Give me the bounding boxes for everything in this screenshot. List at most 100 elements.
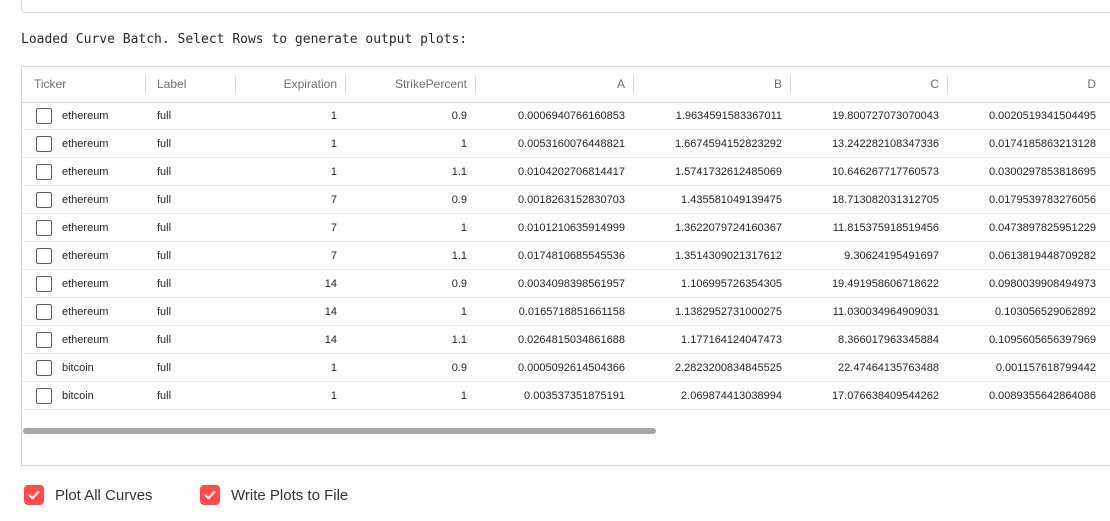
row-select-checkbox[interactable] [36, 332, 52, 348]
cell-a[interactable]: 0.0005092614504366 [475, 354, 633, 382]
cell-d[interactable]: 0.0020519341504495 [947, 102, 1104, 130]
cell-c[interactable]: 10.646267717760573 [790, 158, 947, 186]
cell-ticker[interactable]: ethereum [62, 130, 145, 158]
cell-b[interactable]: 1.5741732612485069 [633, 158, 790, 186]
cell-ticker[interactable]: ethereum [62, 242, 145, 270]
cell-a[interactable]: 0.0053160076448821 [475, 130, 633, 158]
table-row[interactable]: ethereum full 7 1 0.0101210635914999 1.362207… [22, 214, 1110, 242]
cell-expiration[interactable]: 7 [235, 242, 345, 270]
cell-c[interactable]: 19.491958606718622 [790, 270, 947, 298]
cell-a[interactable]: 0.0165718851661158 [475, 298, 633, 326]
column-resize-handle[interactable] [947, 76, 948, 93]
cell-a[interactable]: 0.0018263152830703 [475, 186, 633, 214]
cell-b[interactable]: 1.177164124047473 [633, 326, 790, 354]
table-row[interactable]: ethereum full 14 1.1 0.0264815034861688 1.177… [22, 326, 1110, 354]
cell-expiration[interactable]: 1 [235, 130, 345, 158]
table-row[interactable]: ethereum full 1 1 0.0053160076448821 1.667459… [22, 130, 1110, 158]
cell-expiration[interactable]: 1 [235, 102, 345, 130]
table-row[interactable]: bitcoin full 1 1 0.003537351875191 2.06987441… [22, 382, 1110, 410]
row-select-checkbox[interactable] [36, 388, 52, 404]
row-select-checkbox[interactable] [36, 276, 52, 292]
row-select-checkbox[interactable] [36, 360, 52, 376]
cell-c[interactable]: 17.076638409544262 [790, 382, 947, 410]
cell-a[interactable]: 0.0174810685545536 [475, 242, 633, 270]
cell-c[interactable]: 11.815375918519456 [790, 214, 947, 242]
cell-label[interactable]: full [145, 326, 235, 354]
cell-strikepercent[interactable]: 1.1 [345, 242, 475, 270]
column-header-ticker[interactable]: Ticker [22, 67, 145, 102]
cell-ticker[interactable]: ethereum [62, 214, 145, 242]
cell-d[interactable]: 0.0613819448709282 [947, 242, 1104, 270]
cell-strikepercent[interactable]: 0.9 [345, 354, 475, 382]
row-select-checkbox[interactable] [36, 136, 52, 152]
cell-expiration[interactable]: 1 [235, 354, 345, 382]
cell-c[interactable]: 18.713082031312705 [790, 186, 947, 214]
cell-a[interactable]: 0.0006940766160853 [475, 102, 633, 130]
cell-label[interactable]: full [145, 270, 235, 298]
cell-a[interactable]: 0.003537351875191 [475, 382, 633, 410]
row-select-checkbox[interactable] [36, 248, 52, 264]
cell-d[interactable]: 0.0089355642864086 [947, 382, 1104, 410]
column-header-d[interactable]: D [947, 67, 1104, 102]
row-select-checkbox[interactable] [36, 164, 52, 180]
cell-strikepercent[interactable]: 1.1 [345, 326, 475, 354]
horizontal-scrollbar[interactable] [22, 427, 1110, 435]
cell-c[interactable]: 8.366017963345884 [790, 326, 947, 354]
row-select-checkbox[interactable] [36, 304, 52, 320]
cell-b[interactable]: 1.435581049139475 [633, 186, 790, 214]
cell-strikepercent[interactable]: 1 [345, 298, 475, 326]
cell-expiration[interactable]: 1 [235, 158, 345, 186]
column-resize-handle[interactable] [145, 76, 146, 93]
column-resize-handle[interactable] [790, 76, 791, 93]
plot-all-curves-checkbox[interactable]: Plot All Curves [24, 484, 153, 506]
cell-d[interactable]: 0.1095605656397969 [947, 326, 1104, 354]
cell-d[interactable]: 0.103056529062892 [947, 298, 1104, 326]
cell-label[interactable]: full [145, 158, 235, 186]
cell-label[interactable]: full [145, 130, 235, 158]
cell-b[interactable]: 2.069874413038994 [633, 382, 790, 410]
table-row[interactable]: ethereum full 7 0.9 0.0018263152830703 1.4355… [22, 186, 1110, 214]
cell-ticker[interactable]: ethereum [62, 326, 145, 354]
cell-b[interactable]: 1.9634591583367011 [633, 102, 790, 130]
cell-expiration[interactable]: 7 [235, 186, 345, 214]
column-resize-handle[interactable] [633, 76, 634, 93]
cell-expiration[interactable]: 14 [235, 326, 345, 354]
cell-ticker[interactable]: ethereum [62, 158, 145, 186]
cell-a[interactable]: 0.0101210635914999 [475, 214, 633, 242]
column-header-b[interactable]: B [633, 67, 790, 102]
column-header-expiration[interactable]: Expiration [235, 67, 345, 102]
row-select-checkbox[interactable] [36, 192, 52, 208]
column-header-c[interactable]: C [790, 67, 947, 102]
table-row[interactable]: ethereum full 1 0.9 0.0006940766160853 1.9634… [22, 102, 1110, 130]
cell-c[interactable]: 19.800727073070043 [790, 102, 947, 130]
cell-d[interactable]: 0.0179539783276056 [947, 186, 1104, 214]
cell-strikepercent[interactable]: 1 [345, 130, 475, 158]
cell-a[interactable]: 0.0264815034861688 [475, 326, 633, 354]
table-row[interactable]: ethereum full 1 1.1 0.0104202706814417 1.5741… [22, 158, 1110, 186]
cell-c[interactable]: 22.47464135763488 [790, 354, 947, 382]
cell-label[interactable]: full [145, 242, 235, 270]
cell-b[interactable]: 1.1382952731000275 [633, 298, 790, 326]
table-row[interactable]: ethereum full 14 0.9 0.0034098398561957 1.106… [22, 270, 1110, 298]
cell-b[interactable]: 2.2823200834845525 [633, 354, 790, 382]
cell-b[interactable]: 1.3514309021317612 [633, 242, 790, 270]
cell-expiration[interactable]: 1 [235, 382, 345, 410]
cell-expiration[interactable]: 7 [235, 214, 345, 242]
cell-a[interactable]: 0.0104202706814417 [475, 158, 633, 186]
cell-ticker[interactable]: ethereum [62, 102, 145, 130]
cell-label[interactable]: full [145, 298, 235, 326]
table-row[interactable]: ethereum full 14 1 0.0165718851661158 1.13829… [22, 298, 1110, 326]
cell-label[interactable]: full [145, 214, 235, 242]
checkbox-checked-icon[interactable] [200, 485, 220, 505]
cell-label[interactable]: full [145, 186, 235, 214]
cell-label[interactable]: full [145, 102, 235, 130]
cell-ticker[interactable]: ethereum [62, 270, 145, 298]
cell-b[interactable]: 1.6674594152823292 [633, 130, 790, 158]
cell-d[interactable]: 0.0980039908494973 [947, 270, 1104, 298]
column-header-a[interactable]: A [475, 67, 633, 102]
table-row[interactable]: ethereum full 7 1.1 0.0174810685545536 1.3514… [22, 242, 1110, 270]
cell-c[interactable]: 11.030034964909031 [790, 298, 947, 326]
cell-label[interactable]: full [145, 382, 235, 410]
scrollbar-thumb[interactable] [23, 428, 656, 434]
cell-ticker[interactable]: bitcoin [62, 354, 145, 382]
